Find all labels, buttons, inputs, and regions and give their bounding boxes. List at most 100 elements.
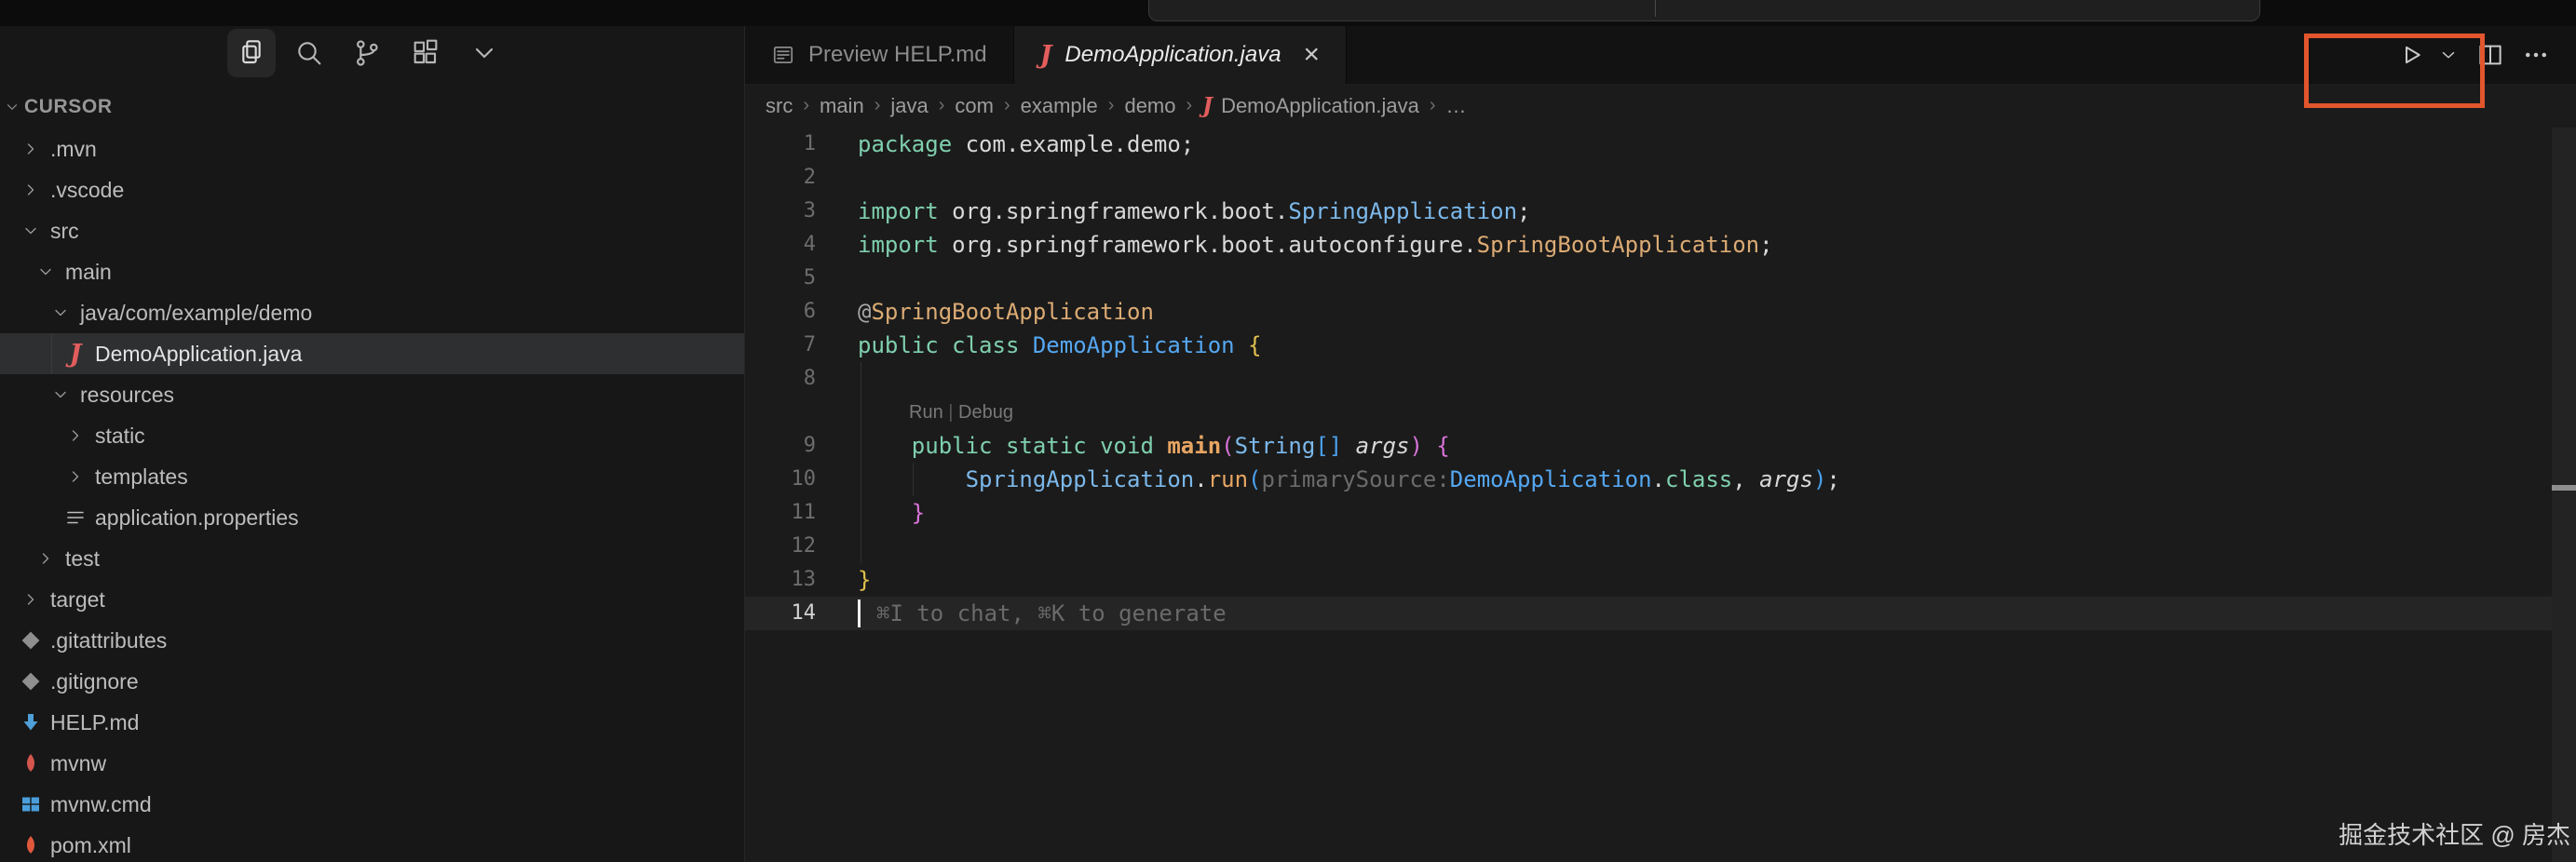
tree-item-help-md[interactable]: HELP.md xyxy=(0,702,745,743)
extensions-icon[interactable] xyxy=(401,29,450,77)
tree-item-pom-xml[interactable]: pom.xml xyxy=(0,825,745,862)
file-icon-slot xyxy=(63,505,88,530)
code-token: } xyxy=(912,500,925,526)
editor-area: Preview HELP.mdJDemoApplication.java× sr… xyxy=(745,26,2576,862)
source-control-icon[interactable] xyxy=(343,29,391,77)
tree-item-test[interactable]: test xyxy=(0,538,745,579)
tree-item-main[interactable]: main xyxy=(0,251,745,292)
tree-item-mvnw-cmd[interactable]: mvnw.cmd xyxy=(0,784,745,825)
breadcrumb-separator: › xyxy=(874,95,881,116)
tree-item-vscode[interactable]: .vscode xyxy=(0,169,745,210)
chevron-right-icon xyxy=(19,137,43,161)
scrollbar-track[interactable] xyxy=(2552,128,2576,862)
breadcrumb-item-com[interactable]: com xyxy=(955,94,994,118)
code-token: DemoApplication xyxy=(1450,466,1652,492)
tree-item-demoapplication-java[interactable]: JDemoApplication.java xyxy=(0,333,745,374)
code-token: ; xyxy=(1826,466,1839,492)
breadcrumb-item-src[interactable]: src xyxy=(766,94,793,118)
explorer-header[interactable]: CURSOR xyxy=(0,87,113,128)
java-file-icon: J xyxy=(1202,93,1213,118)
markdown-preview-icon xyxy=(771,43,795,67)
code-line-2: 2 xyxy=(745,161,2576,195)
line-number: 3 xyxy=(745,195,816,228)
breadcrumb-item-file[interactable]: DemoApplication.java xyxy=(1221,94,1419,118)
breadcrumb-separator: › xyxy=(939,95,945,116)
title-bar xyxy=(0,0,2576,27)
code-line-4: 4import org.springframework.boot.autocon… xyxy=(745,228,2576,262)
code-token xyxy=(939,332,952,358)
code-token: ( xyxy=(1221,433,1234,459)
breadcrumb-separator: › xyxy=(1430,95,1436,116)
tree-item-gitignore[interactable]: .gitignore xyxy=(0,661,745,702)
code-lens-debug-link[interactable]: Debug xyxy=(958,402,1013,423)
tab-label: Preview HELP.md xyxy=(808,42,987,68)
code-token: args xyxy=(1356,433,1410,459)
more-views-chevron-icon[interactable] xyxy=(460,29,508,77)
chevron-down-icon xyxy=(48,383,73,407)
tree-indent-guide xyxy=(51,333,52,374)
code-lens-run-link[interactable]: Run xyxy=(909,402,943,423)
editor-placeholder-hint: ⌘I to chat, ⌘K to generate xyxy=(858,600,1227,626)
close-icon[interactable]: × xyxy=(1304,41,1321,69)
code-token: ) xyxy=(1409,433,1422,459)
breadcrumb-item-main[interactable]: main xyxy=(820,94,864,118)
tree-item-target[interactable]: target xyxy=(0,579,745,620)
tab-demoapplication-java[interactable]: JDemoApplication.java× xyxy=(1014,26,1347,84)
breadcrumb-overflow[interactable]: … xyxy=(1446,94,1467,118)
maven-pom-file-icon xyxy=(20,834,42,856)
file-icon-slot xyxy=(19,792,43,816)
tree-item-label: mvnw.cmd xyxy=(50,792,152,817)
breadcrumb-separator: › xyxy=(1108,95,1115,116)
tree-item-static[interactable]: static xyxy=(0,415,745,456)
code-token: ; xyxy=(1759,232,1772,258)
code-token: package xyxy=(858,131,952,157)
tree-item-resources[interactable]: resources xyxy=(0,374,745,415)
tree-item-label: templates xyxy=(95,465,188,490)
code-line-content: ⌘I to chat, ⌘K to generate xyxy=(858,597,1227,630)
file-icon-slot: J xyxy=(63,342,88,366)
code-token xyxy=(993,433,1006,459)
explorer-files-icon[interactable] xyxy=(227,29,276,77)
tab-label: DemoApplication.java xyxy=(1064,42,1281,68)
code-line-7: 7public class DemoApplication { xyxy=(745,329,2576,362)
more-actions-button[interactable] xyxy=(2515,34,2556,75)
maven-file-icon xyxy=(20,752,42,774)
tree-item-mvn[interactable]: .mvn xyxy=(0,128,745,169)
annotation-highlight-rectangle xyxy=(2304,34,2485,108)
chevron-right-icon xyxy=(34,546,58,571)
code-token xyxy=(1087,433,1100,459)
code-token: . xyxy=(1652,466,1665,492)
tree-item-java-com-example-demo[interactable]: java/com/example/demo xyxy=(0,292,745,333)
breadcrumb-item-java[interactable]: java xyxy=(890,94,928,118)
code-token: [] xyxy=(1315,433,1342,459)
tree-item-label: main xyxy=(65,260,112,285)
tree-item-templates[interactable]: templates xyxy=(0,456,745,497)
breadcrumb-item-example[interactable]: example xyxy=(1021,94,1098,118)
code-token: SpringApplication xyxy=(1288,198,1517,224)
tab-preview-help-md[interactable]: Preview HELP.md xyxy=(745,26,1014,84)
code-token xyxy=(1019,332,1032,358)
code-token: main xyxy=(1167,433,1221,459)
tree-item-src[interactable]: src xyxy=(0,210,745,251)
breadcrumb: src›main›java›com›example›demo›JDemoAppl… xyxy=(745,84,2576,128)
code-token: String xyxy=(1235,433,1316,459)
tree-item-mvnw[interactable]: mvnw xyxy=(0,743,745,784)
code-token: , xyxy=(1732,466,1759,492)
tree-item-application-properties[interactable]: application.properties xyxy=(0,497,745,538)
line-number: 2 xyxy=(745,161,816,195)
chevron-right-icon xyxy=(63,465,88,489)
code-line-content: } xyxy=(858,563,871,597)
command-center[interactable] xyxy=(1148,0,2260,21)
code-line-5: 5 xyxy=(745,262,2576,295)
chevron-down-icon xyxy=(48,301,73,325)
code-line-content: @SpringBootApplication xyxy=(858,295,1154,329)
code-token: class xyxy=(1665,466,1732,492)
code-area[interactable]: 1package com.example.demo;23import org.s… xyxy=(745,128,2576,862)
git-file-icon xyxy=(20,670,42,693)
code-token: import xyxy=(858,232,939,258)
tree-item-gitattributes[interactable]: .gitattributes xyxy=(0,620,745,661)
search-icon[interactable] xyxy=(285,29,333,77)
breadcrumb-item-demo[interactable]: demo xyxy=(1124,94,1175,118)
tab-bar: Preview HELP.mdJDemoApplication.java× xyxy=(745,26,2576,84)
code-lens: Run | Debug xyxy=(909,396,1013,429)
